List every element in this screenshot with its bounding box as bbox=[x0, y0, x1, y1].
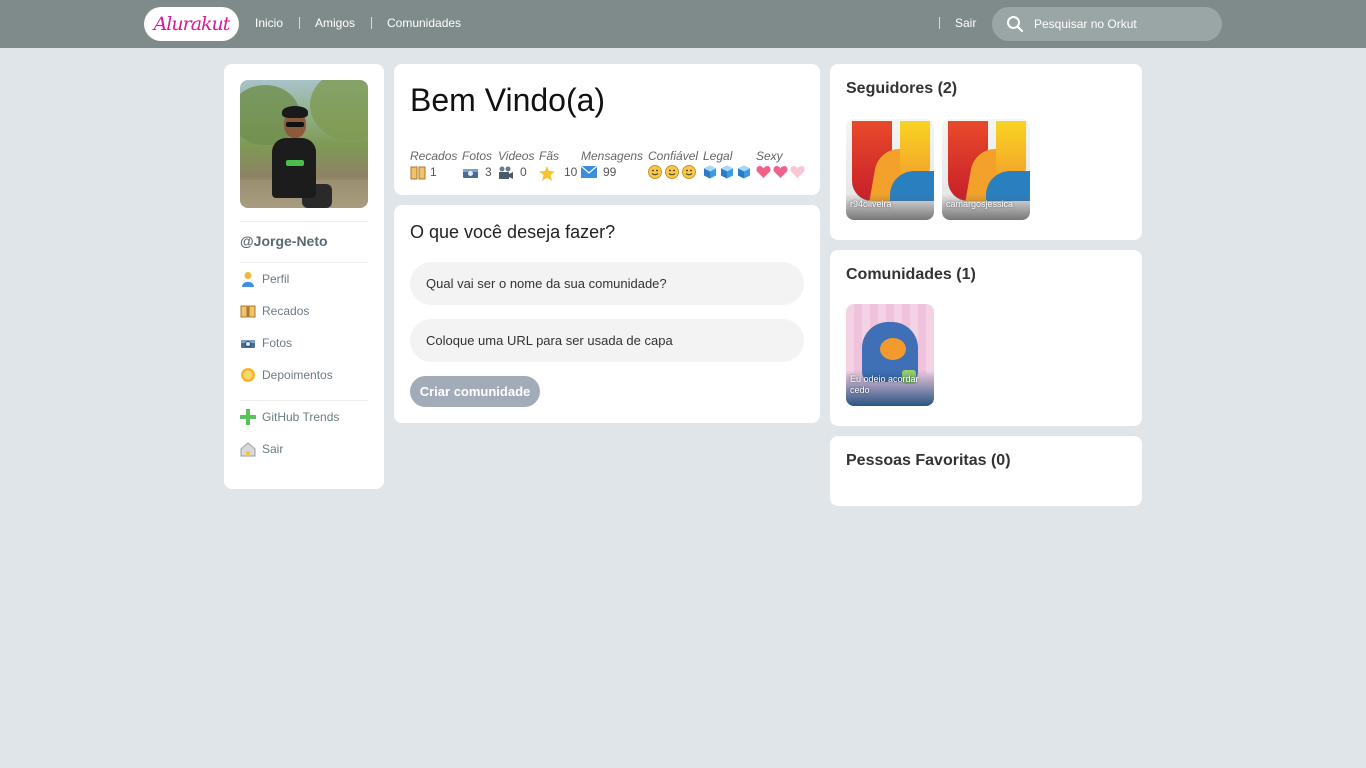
stat-legal: Legal bbox=[703, 149, 754, 179]
logout-icon bbox=[240, 441, 256, 457]
book-icon bbox=[240, 303, 256, 319]
sidebar-item-perfil[interactable]: Perfil bbox=[240, 269, 289, 289]
page-title: Bem Vindo(a) bbox=[410, 82, 606, 118]
favorites-box: Pessoas Favoritas (0) bbox=[830, 436, 1142, 506]
nav-comunidades[interactable]: Comunidades bbox=[387, 16, 461, 30]
follower-name: r94oliveira bbox=[850, 199, 892, 209]
legal-rating bbox=[703, 165, 754, 179]
favorites-title: Pessoas Favoritas (0) bbox=[846, 452, 1011, 469]
user-icon bbox=[240, 271, 256, 287]
smiley-icon bbox=[648, 165, 662, 179]
community-card[interactable]: Eu odeio acordar cedo bbox=[846, 304, 934, 406]
envelope-icon bbox=[580, 165, 598, 179]
search-input[interactable] bbox=[1034, 7, 1214, 41]
smiley-icon bbox=[665, 165, 679, 179]
sidebar-item-recados[interactable]: Recados bbox=[240, 301, 309, 321]
stat-recados: Recados 1 bbox=[410, 149, 458, 179]
ice-cube-icon bbox=[704, 165, 716, 179]
nav-inicio[interactable]: Inicio bbox=[255, 16, 283, 30]
stat-mensagens: Mensagens 99 bbox=[580, 149, 644, 179]
sidebar-item-sair[interactable]: Sair bbox=[240, 439, 283, 459]
followers-box: Seguidores (2) r94oliveira camargosjessi… bbox=[830, 64, 1142, 240]
ice-cube-icon bbox=[738, 165, 750, 179]
communities-title: Comunidades (1) bbox=[846, 266, 976, 283]
create-community-card: O que você deseja fazer? Criar comunidad… bbox=[394, 205, 820, 423]
sidebar-item-depoimentos[interactable]: Depoimentos bbox=[240, 365, 333, 385]
confiavel-rating bbox=[648, 165, 699, 179]
community-cover-url-input[interactable] bbox=[410, 319, 804, 362]
stat-fas: Fãs 10 bbox=[539, 149, 578, 181]
heart-icon bbox=[773, 166, 788, 178]
stat-fotos: Fotos 3 bbox=[462, 149, 493, 179]
nav-divider bbox=[299, 17, 300, 29]
stat-confiavel: Confiável bbox=[648, 149, 699, 179]
stat-videos: Videos 0 bbox=[498, 149, 535, 179]
smiley-icon bbox=[682, 165, 696, 179]
sexy-rating bbox=[756, 165, 807, 179]
welcome-card: Bem Vindo(a) Recados 1 Fotos 3 Videos 0 … bbox=[394, 64, 820, 195]
book-icon bbox=[410, 166, 426, 179]
video-camera-icon bbox=[498, 166, 514, 179]
create-community-button[interactable]: Criar comunidade bbox=[410, 376, 540, 407]
plus-icon bbox=[240, 409, 256, 425]
profile-avatar[interactable] bbox=[240, 80, 368, 208]
profile-username[interactable]: @Jorge-Neto bbox=[240, 233, 328, 249]
camera-icon bbox=[240, 335, 256, 351]
logout-link[interactable]: Sair bbox=[955, 16, 976, 30]
top-bar: Alurakut Inicio Amigos Comunidades Sair bbox=[0, 0, 1366, 48]
form-heading: O que você deseja fazer? bbox=[410, 222, 616, 242]
profile-sidebar: @Jorge-Neto Perfil Recados Fotos Depoime… bbox=[224, 64, 384, 489]
search-icon bbox=[1007, 16, 1024, 33]
divider bbox=[240, 221, 368, 222]
search-bar[interactable] bbox=[992, 7, 1222, 41]
divider bbox=[240, 262, 368, 263]
nav-amigos[interactable]: Amigos bbox=[315, 16, 355, 30]
heart-icon bbox=[756, 166, 771, 178]
community-name-input[interactable] bbox=[410, 262, 804, 305]
alurakut-logo[interactable]: Alurakut bbox=[144, 7, 239, 41]
sidebar-item-fotos[interactable]: Fotos bbox=[240, 333, 292, 353]
camera-icon bbox=[462, 166, 479, 179]
divider bbox=[240, 400, 368, 401]
nav-divider bbox=[371, 17, 372, 29]
followers-title: Seguidores (2) bbox=[846, 80, 958, 97]
follower-card[interactable]: r94oliveira bbox=[846, 119, 934, 220]
sun-icon bbox=[240, 367, 256, 383]
communities-box: Comunidades (1) Eu odeio acordar cedo bbox=[830, 250, 1142, 426]
follower-card[interactable]: camargosjessica bbox=[942, 119, 1030, 220]
stat-sexy: Sexy bbox=[756, 149, 807, 179]
sidebar-item-github-trends[interactable]: GitHub Trends bbox=[240, 407, 339, 427]
heart-icon bbox=[790, 166, 805, 178]
star-icon bbox=[539, 165, 555, 181]
follower-name: camargosjessica bbox=[946, 199, 1014, 209]
ice-cube-icon bbox=[721, 165, 733, 179]
nav-divider bbox=[939, 17, 940, 29]
community-name: Eu odeio acordar cedo bbox=[850, 374, 919, 395]
